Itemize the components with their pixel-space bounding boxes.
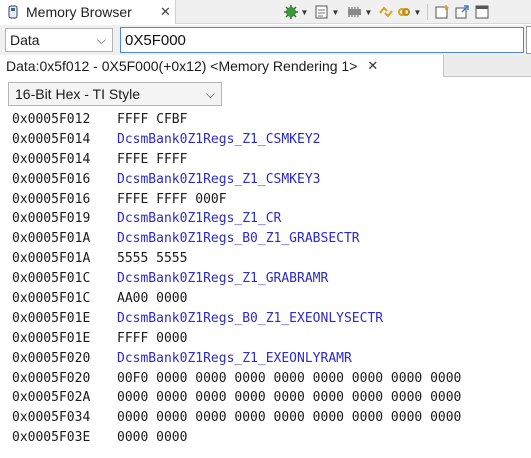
memory-symbol-row[interactable]: 0x0005F014 DcsmBank0Z1Regs_Z1_CSMKEY2: [12, 130, 531, 150]
memory-address: 0x0005F014: [12, 131, 91, 147]
memory-value: 5555 5555: [117, 251, 188, 267]
refresh-icon[interactable]: [313, 3, 331, 21]
memory-space-select[interactable]: Data ⌵: [5, 28, 113, 52]
maximize-icon[interactable]: [473, 3, 491, 21]
memory-symbol: DcsmBank0Z1Regs_Z1_GRABRAMR: [117, 271, 329, 287]
memory-symbol: DcsmBank0Z1Regs_Z1_CR: [117, 211, 282, 227]
memory-value: 0000 0000: [117, 430, 188, 446]
memory-value: FFFE FFFF 000F: [117, 191, 227, 207]
memory-address: 0x0005F02A: [12, 390, 91, 406]
format-select[interactable]: 16-Bit Hex - TI Style ⌵: [8, 82, 222, 106]
memory-value-row[interactable]: 0x0005F01E FFFF 0000: [12, 329, 531, 349]
memory-value: FFFF 0000: [117, 330, 188, 346]
memory-address: 0x0005F020: [12, 350, 91, 366]
refresh-menu-caret[interactable]: ▼: [331, 8, 340, 17]
memory-address: 0x0005F01C: [12, 271, 91, 287]
address-input-overflow-edge: [526, 26, 531, 54]
memory-rendering-tab[interactable]: Data:0x5f012 - 0X5F000(+0x12) <Memory Re…: [0, 55, 444, 77]
memory-symbol: DcsmBank0Z1Regs_B0_Z1_EXEONLYSECTR: [117, 310, 384, 326]
toolbar-separator: [427, 4, 428, 20]
memory-symbol: DcsmBank0Z1Regs_B0_Z1_GRABSECTR: [117, 231, 360, 247]
memory-address: 0x0005F03E: [12, 430, 91, 446]
chevron-down-icon: ⌵: [96, 33, 106, 47]
memory-value: 0000 0000 0000 0000 0000 0000 0000 0000 …: [117, 390, 462, 406]
memory-value-row[interactable]: 0x0005F014 FFFE FFFF: [12, 150, 531, 170]
view-title: Memory Browser: [26, 4, 132, 20]
memory-address: 0x0005F01E: [12, 330, 91, 346]
sync-icon[interactable]: [377, 3, 395, 21]
rendering-tab-strip: Data:0x5f012 - 0X5F000(+0x12) <Memory Re…: [0, 55, 531, 77]
memory-value: FFFE FFFF: [117, 151, 188, 167]
memory-symbol-row[interactable]: 0x0005F01C DcsmBank0Z1Regs_Z1_GRABRAMR: [12, 269, 531, 289]
close-rendering-icon[interactable]: ✕: [367, 58, 378, 74]
memory-symbol: DcsmBank0Z1Regs_Z1_CSMKEY2: [117, 131, 321, 147]
memory-value-row[interactable]: 0x0005F01A 5555 5555: [12, 249, 531, 269]
memory-value: 00F0 0000 0000 0000 0000 0000 0000 0000 …: [117, 370, 462, 386]
continuous-refresh-menu-caret[interactable]: ▼: [300, 8, 309, 17]
link-menu-caret[interactable]: ▼: [413, 8, 422, 17]
memory-value-row[interactable]: 0x0005F034 0000 0000 0000 0000 0000 0000 …: [12, 408, 531, 428]
memory-symbol-row[interactable]: 0x0005F016 DcsmBank0Z1Regs_Z1_CSMKEY3: [12, 170, 531, 190]
memory-value-row[interactable]: 0x0005F01C AA00 0000: [12, 289, 531, 309]
memory-symbol: DcsmBank0Z1Regs_Z1_EXEONLYRAMR: [117, 350, 352, 366]
pin-icon[interactable]: [346, 3, 364, 21]
toolbar: ▼ ▼ ▼ ▼: [282, 3, 491, 21]
memory-value: AA00 0000: [117, 291, 188, 307]
memory-address: 0x0005F034: [12, 410, 91, 426]
memory-address: 0x0005F019: [12, 211, 91, 227]
memory-address: 0x0005F01A: [12, 231, 91, 247]
memory-address: 0x0005F016: [12, 171, 91, 187]
memory-browser-tab[interactable]: Memory Browser ✕: [0, 0, 176, 24]
memory-symbol: DcsmBank0Z1Regs_Z1_CSMKEY3: [117, 171, 321, 187]
memory-address: 0x0005F014: [12, 151, 91, 167]
memory-symbol-row[interactable]: 0x0005F01A DcsmBank0Z1Regs_B0_Z1_GRABSECT…: [12, 229, 531, 249]
memory-value-row[interactable]: 0x0005F02A 0000 0000 0000 0000 0000 0000 …: [12, 388, 531, 408]
link-icon[interactable]: [395, 3, 413, 21]
memory-chip-icon: [6, 5, 20, 19]
memory-address: 0x0005F016: [12, 191, 91, 207]
chevron-down-icon: ⌵: [205, 87, 215, 101]
continuous-refresh-icon[interactable]: [282, 3, 300, 21]
format-value: 16-Bit Hex - TI Style: [15, 86, 141, 102]
memory-address: 0x0005F01E: [12, 310, 91, 326]
memory-address: 0x0005F01C: [12, 291, 91, 307]
memory-value-row[interactable]: 0x0005F03E 0000 0000: [12, 428, 531, 448]
new-view-icon[interactable]: [433, 3, 451, 21]
memory-address: 0x0005F020: [12, 370, 91, 386]
address-bar: Data ⌵: [0, 25, 531, 55]
memory-value-row[interactable]: 0x0005F016 FFFE FFFF 000F: [12, 190, 531, 210]
export-icon[interactable]: [453, 3, 471, 21]
view-title-bar: Memory Browser ✕ ▼ ▼ ▼ ▼: [0, 0, 531, 24]
close-view-icon[interactable]: ✕: [160, 4, 171, 20]
memory-value-row[interactable]: 0x0005F020 00F0 0000 0000 0000 0000 0000 …: [12, 369, 531, 389]
memory-symbol-row[interactable]: 0x0005F01E DcsmBank0Z1Regs_B0_Z1_EXEONLYS…: [12, 309, 531, 329]
pin-menu-caret[interactable]: ▼: [364, 8, 373, 17]
memory-address: 0x0005F012: [12, 112, 91, 127]
memory-value: 0000 0000 0000 0000 0000 0000 0000 0000 …: [117, 410, 462, 426]
rendering-tab-label: Data:0x5f012 - 0X5F000(+0x12) <Memory Re…: [6, 58, 358, 74]
memory-value-row[interactable]: 0x0005F012 FFFF CFBF: [12, 110, 531, 130]
memory-symbol-row[interactable]: 0x0005F020 DcsmBank0Z1Regs_Z1_EXEONLYRAMR: [12, 349, 531, 369]
memory-space-value: Data: [10, 32, 40, 48]
memory-listing[interactable]: 0x0005F012 FFFF CFBF 0x0005F014 DcsmBank0Z1…: [12, 110, 531, 448]
address-input[interactable]: [120, 27, 524, 53]
memory-address: 0x0005F01A: [12, 251, 91, 267]
memory-symbol-row[interactable]: 0x0005F019 DcsmBank0Z1Regs_Z1_CR: [12, 209, 531, 229]
memory-value: FFFF CFBF: [117, 112, 188, 127]
